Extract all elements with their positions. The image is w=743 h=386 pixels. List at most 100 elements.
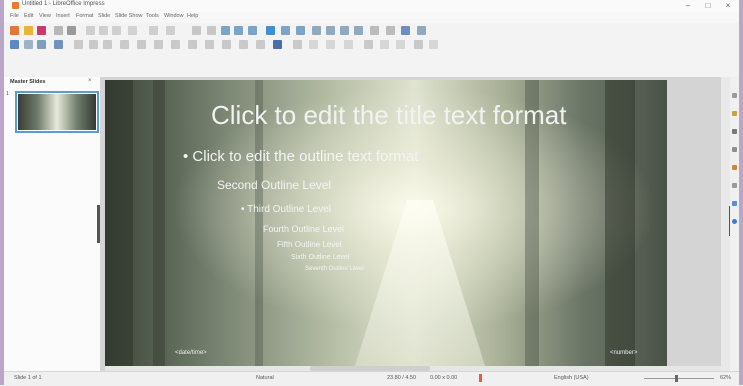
open-icon[interactable] — [24, 26, 33, 35]
properties-icon[interactable] — [732, 93, 737, 98]
zoom-slider-handle[interactable] — [675, 375, 678, 382]
slide-transition-icon[interactable] — [732, 111, 737, 116]
export-icon[interactable] — [54, 26, 63, 35]
stars-icon[interactable] — [256, 40, 265, 49]
slide-number-field[interactable]: <number> — [610, 350, 637, 356]
block-arrows-icon[interactable] — [205, 40, 214, 49]
line-color-icon[interactable] — [37, 40, 46, 49]
ellipse-icon[interactable] — [103, 40, 112, 49]
menu-edit[interactable]: Edit — [24, 13, 33, 19]
connectors-icon[interactable] — [154, 40, 163, 49]
slide-pane-resize-handle[interactable] — [97, 205, 100, 243]
select-icon[interactable] — [10, 40, 19, 49]
fontwork-icon[interactable] — [401, 26, 410, 35]
cut-icon[interactable] — [86, 26, 95, 35]
slide-counter: Slide 1 of 1 — [14, 375, 42, 381]
arrange-icon[interactable] — [326, 40, 335, 49]
cursor-position: 23.80 / 4.50 — [387, 375, 417, 381]
media-icon[interactable] — [354, 26, 363, 35]
date-field[interactable]: <date/time> — [175, 350, 207, 356]
spelling-icon[interactable] — [192, 26, 201, 35]
menu-insert[interactable]: Insert — [56, 13, 70, 19]
outline-level-4[interactable]: Fourth Outline Level — [263, 224, 344, 234]
flowchart-icon[interactable] — [222, 40, 231, 49]
background-tree — [105, 80, 133, 366]
undo-icon[interactable] — [149, 26, 158, 35]
outline-level-7[interactable]: Seventh Outline Level — [305, 266, 364, 272]
align-icon[interactable] — [309, 40, 318, 49]
display-views-icon[interactable] — [221, 26, 230, 35]
duplicate-slide-icon[interactable] — [296, 26, 305, 35]
menu-slide[interactable]: Slide — [98, 13, 110, 19]
glue-points-icon[interactable] — [429, 40, 438, 49]
callouts-icon[interactable] — [239, 40, 248, 49]
outline-level-1[interactable]: • Click to edit the outline text format — [183, 148, 418, 165]
line-icon[interactable] — [74, 40, 83, 49]
drawing-toolbar — [4, 38, 739, 52]
textbox-icon[interactable] — [370, 26, 379, 35]
transformations-icon[interactable] — [414, 40, 423, 49]
styles-icon[interactable] — [732, 165, 737, 170]
copy-icon[interactable] — [99, 26, 108, 35]
slide-layout-icon[interactable] — [248, 26, 257, 35]
table-icon[interactable] — [312, 26, 321, 35]
master-slides-icon[interactable] — [732, 147, 737, 152]
outline-level-3[interactable]: • Third Outline Level — [241, 204, 331, 215]
hyperlink-icon[interactable] — [417, 26, 426, 35]
print-icon[interactable] — [67, 26, 76, 35]
symbol-shapes-icon[interactable] — [188, 40, 197, 49]
menu-slide-show[interactable]: Slide Show — [115, 13, 143, 19]
document-modified-icon[interactable] — [479, 374, 482, 382]
lines-arrows-icon[interactable] — [120, 40, 129, 49]
text-language[interactable]: English (USA) — [554, 375, 589, 381]
shadow-icon[interactable] — [364, 40, 373, 49]
crop-icon[interactable] — [380, 40, 389, 49]
maximize-button[interactable]: □ — [699, 0, 717, 12]
save-icon[interactable] — [37, 26, 46, 35]
title-placeholder[interactable]: Click to edit the title text format — [211, 100, 566, 131]
minimize-button[interactable]: – — [679, 0, 697, 12]
outline-level-5[interactable]: Fifth Outline Level — [277, 240, 341, 249]
new-icon[interactable] — [10, 26, 19, 35]
navigator-icon[interactable] — [732, 201, 737, 206]
3d-objects-icon[interactable] — [273, 40, 282, 49]
find-icon[interactable] — [207, 26, 216, 35]
menu-tools[interactable]: Tools — [146, 13, 159, 19]
menu-file[interactable]: File — [10, 13, 19, 19]
gallery-icon[interactable] — [732, 183, 737, 188]
curves-icon[interactable] — [137, 40, 146, 49]
menu-window[interactable]: Window — [164, 13, 184, 19]
menu-view[interactable]: View — [39, 13, 51, 19]
menu-format[interactable]: Format — [76, 13, 93, 19]
special-character-icon[interactable] — [386, 26, 395, 35]
chart-icon[interactable] — [340, 26, 349, 35]
outline-level-6[interactable]: Sixth Outline Level — [291, 254, 349, 261]
redo-icon[interactable] — [166, 26, 175, 35]
window-frame-right — [739, 0, 743, 385]
animation-icon[interactable] — [732, 129, 737, 134]
close-icon[interactable]: × — [88, 78, 92, 84]
rotate-icon[interactable] — [293, 40, 302, 49]
menu-help[interactable]: Help — [187, 13, 198, 19]
close-button[interactable]: × — [719, 0, 737, 12]
master-slide-canvas[interactable]: Click to edit the title text format • Cl… — [105, 80, 667, 366]
outline-level-2[interactable]: Second Outline Level — [217, 178, 331, 192]
rectangle-icon[interactable] — [89, 40, 98, 49]
zoom-level[interactable]: 62% — [720, 375, 731, 381]
slide-thumbnail[interactable] — [15, 91, 99, 133]
background-tree — [605, 80, 635, 366]
zoom-slider[interactable] — [644, 378, 714, 379]
sidebar-settings-icon[interactable] — [732, 219, 737, 224]
new-slide-icon[interactable] — [281, 26, 290, 35]
clone-formatting-icon[interactable] — [128, 26, 137, 35]
filter-icon[interactable] — [396, 40, 405, 49]
zoom-icon[interactable] — [24, 40, 33, 49]
fill-color-icon[interactable] — [54, 40, 63, 49]
image-icon[interactable] — [326, 26, 335, 35]
start-slideshow-icon[interactable] — [266, 26, 275, 35]
master-slide-icon[interactable] — [234, 26, 243, 35]
paste-icon[interactable] — [112, 26, 121, 35]
basic-shapes-icon[interactable] — [171, 40, 180, 49]
distribute-icon[interactable] — [344, 40, 353, 49]
background-tree — [153, 80, 165, 366]
